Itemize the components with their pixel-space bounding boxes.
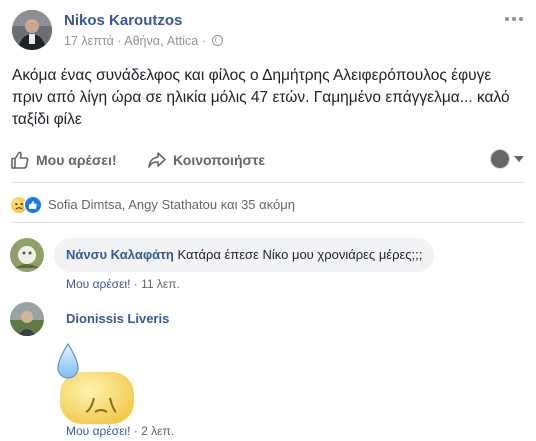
- commenter-photo: [10, 302, 44, 336]
- reactions-names-link[interactable]: Sofia Dimtsa, Angy Stathatou και 35 ακόμ…: [48, 197, 295, 212]
- post-header: Nikos Karoutzos 17 λεπτά · Αθήνα, Attica…: [12, 10, 524, 54]
- author-photo: [12, 10, 52, 50]
- thumbs-up-icon: [11, 151, 29, 169]
- mini-avatar: [490, 149, 510, 169]
- react-as-selector[interactable]: [490, 148, 524, 170]
- meta-separator: ·: [201, 34, 206, 48]
- comment-time[interactable]: 11 λεπ.: [141, 277, 180, 291]
- comment-author-link[interactable]: Dionissis Liveris: [66, 311, 169, 326]
- commenter-avatar[interactable]: [10, 302, 44, 336]
- comment-text: Κατάρα έπεσε Νίκο μου χρονιάρες μέρες;;;: [177, 247, 423, 262]
- share-arrow-icon: [148, 152, 166, 168]
- commenter-photo: [10, 238, 44, 272]
- comment-bubble: Νάνσυ Καλαφάτη Κατάρα έπεσε Νίκο μου χρο…: [54, 238, 435, 272]
- post-meta: 17 λεπτά · Αθήνα, Attica ·: [64, 34, 224, 48]
- comment: Dionissis Liveris Μου αρέσει! · 2 λεπ.: [10, 302, 526, 440]
- reactions-summary[interactable]: Sofia Dimtsa, Angy Stathatou και 35 ακόμ…: [10, 195, 410, 215]
- like-button[interactable]: Μου αρέσει!: [10, 150, 130, 170]
- comment-author-link[interactable]: Νάνσυ Καλαφάτη: [66, 247, 174, 262]
- comment-like-link[interactable]: Μου αρέσει!: [66, 424, 130, 438]
- comment-meta: Μου αρέσει! · 2 λεπ.: [66, 424, 174, 438]
- post-text: Ακόμα ένας συνάδελφος και φίλος ο Δημήτρ…: [12, 67, 510, 128]
- sad-sweat-sticker: [57, 342, 134, 424]
- comment-time[interactable]: 2 λεπ.: [141, 424, 174, 438]
- meta-separator: ·: [133, 424, 138, 438]
- like-button-label: Μου αρέσει!: [36, 152, 117, 168]
- comment: Νάνσυ Καλαφάτη Κατάρα έπεσε Νίκο μου χρο…: [10, 238, 526, 298]
- author-name-link[interactable]: Nikos Karoutzos: [64, 12, 182, 29]
- post-location-link[interactable]: Αθήνα, Attica: [124, 34, 198, 48]
- share-button[interactable]: Κοινοποιήστε: [147, 150, 287, 170]
- caret-down-icon: [514, 156, 524, 162]
- meta-separator: ·: [133, 277, 138, 291]
- comment-like-link[interactable]: Μου αρέσει!: [66, 277, 130, 291]
- divider: [12, 222, 524, 223]
- divider: [12, 182, 524, 183]
- comment-meta: Μου αρέσει! · 11 λεπ.: [66, 277, 180, 291]
- post-time-link[interactable]: 17 λεπτά: [64, 34, 114, 48]
- share-button-label: Κοινοποιήστε: [173, 152, 265, 168]
- meta-separator: ·: [117, 34, 122, 48]
- more-options-icon[interactable]: [504, 12, 524, 26]
- globe-icon[interactable]: [212, 35, 224, 46]
- like-reaction-icon: [24, 196, 42, 214]
- author-avatar[interactable]: [12, 10, 52, 50]
- post-actions-bar: Μου αρέσει! Κοινοποιήστε: [0, 140, 536, 180]
- commenter-avatar[interactable]: [10, 238, 44, 272]
